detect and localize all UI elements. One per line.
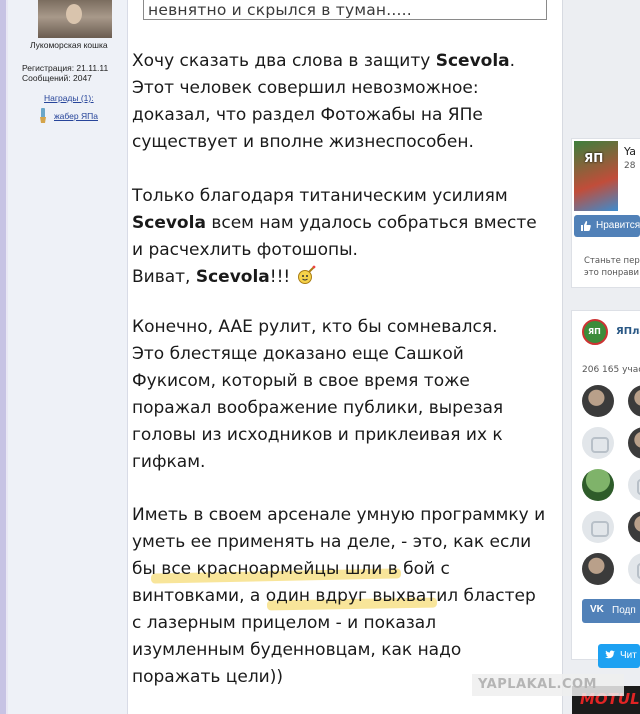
- subscribe-button-label: Подп: [612, 605, 636, 616]
- community-logo-text: ЯП: [584, 151, 604, 165]
- award-label: жабер ЯПа: [54, 111, 98, 121]
- paragraph-2-text-a: Только благодаря титаническим усилиям: [132, 186, 508, 206]
- group-member-count: 206 165 учас: [582, 365, 640, 375]
- member-avatar[interactable]: [628, 427, 640, 459]
- like-button-label: Нравится: [596, 220, 640, 231]
- twitter-bird-icon: [605, 650, 615, 659]
- like-button[interactable]: Нравится: [574, 215, 640, 237]
- right-sidebar: ЯП Ya 28 Нравится Станьте пер это понрав…: [562, 0, 640, 714]
- member-avatar[interactable]: [582, 553, 614, 585]
- community-widget: ЯП Ya 28 Нравится Станьте пер это понрав…: [571, 138, 640, 288]
- thumbs-up-icon: [581, 221, 591, 231]
- member-avatar[interactable]: [628, 385, 640, 417]
- awards-link[interactable]: Награды (1):: [44, 93, 94, 103]
- username[interactable]: Лукоморская кошка: [30, 40, 108, 50]
- twitter-button-label: Чит: [620, 650, 637, 661]
- site-watermark: YAPLAKAL.COM: [472, 674, 624, 696]
- member-avatar[interactable]: [582, 511, 614, 543]
- like-note-line-2: это понрави: [584, 268, 639, 278]
- subscribe-button[interactable]: VK Подп: [582, 599, 640, 623]
- party-smiley-icon: [297, 265, 316, 284]
- quote-box: невнятно и скрылся в туман.....: [143, 0, 547, 20]
- community-title[interactable]: Ya: [624, 145, 636, 158]
- post-content: невнятно и скрылся в туман..... Хочу ска…: [129, 0, 561, 714]
- paragraph-2: Только благодаря титаническим усилиям Sc…: [132, 183, 562, 291]
- avatar[interactable]: [38, 0, 112, 38]
- member-avatar[interactable]: [582, 385, 614, 417]
- member-avatar[interactable]: [582, 427, 614, 459]
- group-name[interactable]: ЯПла: [616, 326, 640, 337]
- mention-scevola: Scevola: [435, 51, 510, 71]
- community-cover-image[interactable]: ЯП: [574, 141, 618, 211]
- mention-scevola: Scevola: [195, 267, 270, 287]
- user-info-column: Лукоморская кошка Регистрация: 21.11.11 …: [8, 0, 128, 714]
- award-item[interactable]: жабер ЯПа: [38, 108, 98, 124]
- twitter-follow-button[interactable]: Чит: [598, 644, 640, 668]
- avatar-face: [66, 4, 82, 24]
- vk-group-widget: ЯП ЯПла 206 165 учас VK Подп: [571, 310, 640, 660]
- paragraph-3: Конечно, AAE рулит, кто бы сомневался. Э…: [132, 317, 504, 472]
- post-count: Сообщений: 2047: [22, 73, 92, 83]
- paragraph-4: Иметь в своем арсенале умную программку …: [132, 505, 546, 687]
- like-note-line-1: Станьте пер: [584, 256, 640, 266]
- award-icon: [40, 108, 46, 123]
- member-avatar[interactable]: [628, 553, 640, 585]
- community-subtitle: 28: [624, 161, 636, 171]
- watermark-text: YAPLAKAL.COM: [478, 677, 597, 692]
- quote-text: невнятно и скрылся в туман.....: [148, 1, 412, 19]
- paragraph-1-text-a: Хочу сказать два слова в защиту: [132, 51, 436, 71]
- registration-date: Регистрация: 21.11.11: [22, 63, 109, 73]
- member-avatar[interactable]: [628, 469, 640, 501]
- group-logo-text: ЯП: [588, 327, 601, 336]
- paragraph-2-text-e: !!!: [269, 267, 296, 287]
- member-avatar[interactable]: [628, 511, 640, 543]
- mention-scevola: Scevola: [132, 213, 206, 233]
- paragraph-1: Хочу сказать два слова в защиту Scevola.…: [132, 48, 562, 156]
- group-logo[interactable]: ЯП: [582, 319, 608, 345]
- vk-logo-icon: VK: [590, 604, 604, 615]
- member-avatar[interactable]: [582, 469, 614, 501]
